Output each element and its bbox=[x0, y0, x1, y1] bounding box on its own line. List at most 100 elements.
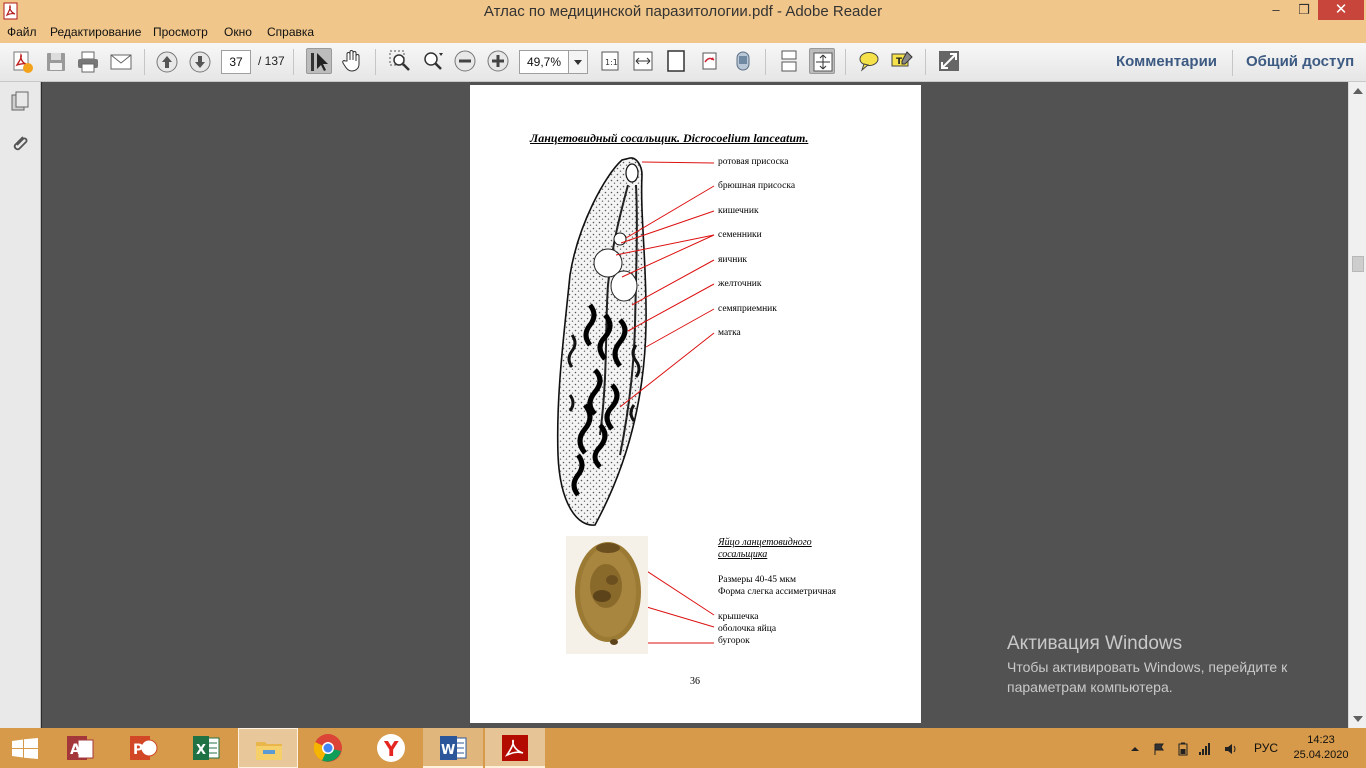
taskbar: A P X Y W РУС 14:23 25.04.2020 bbox=[0, 728, 1366, 768]
hand-tool-button[interactable] bbox=[339, 48, 365, 74]
taskbar-adobe-reader[interactable] bbox=[485, 728, 545, 768]
email-button[interactable] bbox=[108, 49, 134, 75]
windows-logo-icon bbox=[12, 738, 38, 759]
taskbar-powerpoint[interactable]: P bbox=[113, 728, 173, 768]
zoom-options-button[interactable] bbox=[420, 48, 446, 74]
toolbar-separator bbox=[144, 49, 145, 75]
hand-icon bbox=[342, 50, 360, 72]
page-number-input[interactable]: 37 bbox=[221, 50, 251, 74]
menu-help[interactable]: Справка bbox=[267, 25, 314, 39]
clock-date: 25.04.2020 bbox=[1293, 749, 1349, 761]
actual-size-button[interactable]: 1:1 bbox=[597, 48, 623, 74]
label-receptacle: семяприемник bbox=[718, 304, 777, 314]
navigation-pane bbox=[0, 82, 41, 728]
print-button[interactable] bbox=[75, 49, 101, 75]
svg-text:W: W bbox=[441, 743, 455, 758]
scroll-down-arrow[interactable] bbox=[1353, 716, 1363, 722]
scroll-mode-button[interactable] bbox=[776, 48, 802, 74]
comments-link[interactable]: Комментарии bbox=[1116, 53, 1217, 70]
menu-edit[interactable]: Редактирование bbox=[50, 25, 141, 39]
yandex-browser-icon: Y bbox=[377, 734, 405, 762]
show-hidden-icons-icon[interactable] bbox=[1128, 742, 1142, 756]
taskbar-chrome[interactable] bbox=[298, 728, 358, 768]
taskbar-excel[interactable]: X bbox=[176, 728, 236, 768]
plus-circle-icon bbox=[487, 50, 509, 72]
input-language-indicator[interactable]: РУС bbox=[1254, 741, 1278, 755]
activation-line-2: параметрам компьютера. bbox=[1007, 679, 1173, 695]
previous-page-button[interactable] bbox=[154, 49, 180, 75]
volume-icon[interactable] bbox=[1224, 742, 1238, 756]
create-pdf-button[interactable] bbox=[9, 49, 35, 75]
action-center-flag-icon[interactable] bbox=[1152, 742, 1166, 756]
print-icon bbox=[78, 51, 98, 73]
taskbar-file-explorer[interactable] bbox=[238, 728, 298, 768]
fit-page-button[interactable] bbox=[663, 48, 689, 74]
next-page-button[interactable] bbox=[187, 49, 213, 75]
network-signal-icon[interactable] bbox=[1198, 742, 1212, 756]
highlighter-icon: T bbox=[891, 51, 913, 67]
zoom-out-button[interactable] bbox=[452, 48, 478, 74]
system-tray bbox=[1128, 728, 1258, 768]
read-aloud-icon bbox=[736, 51, 750, 71]
zoom-plus-icon bbox=[424, 52, 443, 70]
speech-bubble-icon bbox=[859, 52, 879, 72]
vertical-scrollbar[interactable] bbox=[1348, 82, 1366, 728]
actual-size-icon: 1:1 bbox=[601, 51, 619, 71]
fit-width-button[interactable] bbox=[630, 48, 656, 74]
taskbar-clock[interactable]: 14:23 25.04.2020 bbox=[1290, 733, 1352, 763]
scroll-thumb[interactable] bbox=[1352, 256, 1364, 272]
create-pdf-icon bbox=[13, 51, 33, 73]
excel-icon: X bbox=[193, 736, 220, 760]
svg-text:A: A bbox=[70, 742, 81, 758]
zoom-dropdown-button[interactable] bbox=[568, 50, 588, 74]
select-tool-button[interactable] bbox=[306, 48, 332, 74]
label-vitelline: желточник bbox=[718, 279, 762, 289]
page-footer-number: 36 bbox=[690, 676, 700, 687]
scroll-up-arrow[interactable] bbox=[1353, 88, 1363, 94]
close-button[interactable]: ✕ bbox=[1318, 0, 1364, 20]
taskbar-word[interactable]: W bbox=[423, 728, 483, 768]
sticky-note-button[interactable] bbox=[856, 48, 882, 74]
windows-activation-watermark: Активация Windows Чтобы активировать Win… bbox=[1007, 633, 1287, 697]
save-button[interactable] bbox=[43, 49, 69, 75]
attachments-icon[interactable] bbox=[8, 132, 32, 156]
window-title: Атлас по медицинской паразитологии.pdf -… bbox=[483, 3, 883, 20]
file-explorer-icon bbox=[256, 742, 282, 760]
toolbar-separator bbox=[293, 49, 294, 75]
label-operculum: крышечка bbox=[718, 612, 759, 622]
leader-lines bbox=[612, 161, 715, 644]
expand-arrows-icon bbox=[939, 51, 959, 71]
toolbar-separator bbox=[925, 49, 926, 75]
full-screen-fit-button[interactable] bbox=[809, 48, 835, 74]
zoom-level-input[interactable]: 49,7% bbox=[519, 50, 569, 74]
taskbar-access[interactable]: A bbox=[50, 728, 110, 768]
page-thumbnails-icon[interactable] bbox=[8, 90, 32, 114]
scrolling-pages-icon bbox=[781, 50, 797, 72]
svg-text:Y: Y bbox=[383, 737, 399, 761]
label-oral-sucker: ротовая присоска bbox=[718, 157, 789, 167]
adobe-reader-icon bbox=[502, 735, 528, 761]
activation-heading: Активация Windows bbox=[1007, 633, 1183, 654]
label-egg-shell: оболочка яйца bbox=[718, 624, 777, 634]
marquee-zoom-button[interactable] bbox=[387, 48, 413, 74]
word-icon: W bbox=[440, 736, 467, 760]
share-link[interactable]: Общий доступ bbox=[1246, 53, 1354, 70]
taskbar-yandex-browser[interactable]: Y bbox=[361, 728, 421, 768]
minimize-button[interactable]: – bbox=[1262, 0, 1290, 20]
toolbar-separator bbox=[375, 49, 376, 75]
menu-view[interactable]: Просмотр bbox=[153, 25, 208, 39]
start-button[interactable] bbox=[12, 738, 38, 760]
battery-icon[interactable] bbox=[1176, 742, 1190, 756]
arrow-up-icon bbox=[156, 51, 178, 73]
expand-view-button[interactable] bbox=[936, 48, 962, 74]
highlight-text-button[interactable]: T bbox=[889, 48, 915, 74]
menu-file[interactable]: Файл bbox=[7, 25, 37, 39]
read-mode-button[interactable] bbox=[730, 48, 756, 74]
document-view[interactable]: Ланцетовидный сосальщик. Dicrocoelium la… bbox=[42, 82, 1348, 728]
zoom-in-button[interactable] bbox=[485, 48, 511, 74]
maximize-button[interactable]: ❒ bbox=[1290, 0, 1318, 20]
rotate-button[interactable] bbox=[697, 48, 723, 74]
menu-window[interactable]: Окно bbox=[224, 25, 252, 39]
menu-bar: Файл Редактирование Просмотр Окно Справк… bbox=[0, 22, 1366, 43]
save-icon bbox=[47, 53, 65, 71]
